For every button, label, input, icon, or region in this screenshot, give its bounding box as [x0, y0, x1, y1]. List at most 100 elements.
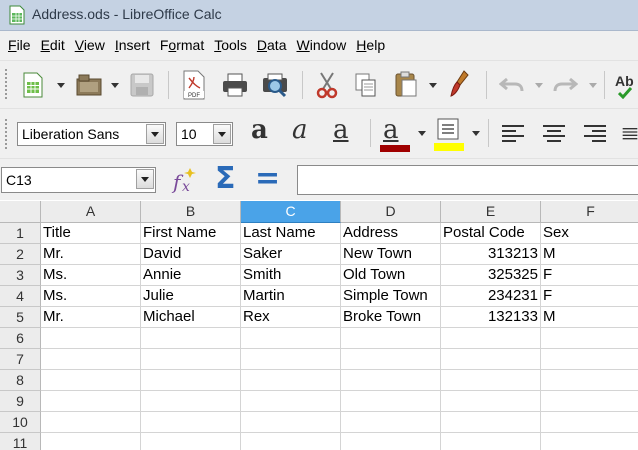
cell-c4[interactable]: Martin [241, 286, 341, 307]
cell-e11[interactable] [441, 433, 541, 450]
cell-a1[interactable]: Title [41, 223, 141, 244]
align-right-button[interactable] [582, 122, 608, 146]
cell-b1[interactable]: First Name [141, 223, 241, 244]
print-button[interactable] [220, 71, 250, 99]
cell-e1[interactable]: Postal Code [441, 223, 541, 244]
align-center-button[interactable] [541, 122, 567, 146]
row-header-7[interactable]: 7 [0, 349, 41, 370]
menu-data[interactable]: Data [252, 31, 292, 60]
highlight-color-button[interactable] [433, 115, 465, 153]
name-box[interactable]: C13 [1, 167, 156, 193]
column-header-d[interactable]: D [341, 201, 441, 223]
cut-button[interactable] [313, 71, 341, 99]
clone-formatting-button[interactable] [446, 69, 474, 99]
function-wizard-button[interactable]: f x [170, 165, 200, 195]
menu-format[interactable]: Format [155, 31, 209, 60]
cell-e4[interactable]: 234231 [441, 286, 541, 307]
row-header-9[interactable]: 9 [0, 391, 41, 412]
column-header-e[interactable]: E [441, 201, 541, 223]
cell-d7[interactable] [341, 349, 441, 370]
cell-b7[interactable] [141, 349, 241, 370]
font-size-box[interactable]: 10 [176, 122, 233, 146]
toolbar-grip[interactable] [5, 119, 9, 149]
font-size-dropdown-button[interactable] [213, 124, 231, 144]
cell-d11[interactable] [341, 433, 441, 450]
export-pdf-button[interactable]: PDF [180, 69, 208, 101]
cell-f1[interactable]: Sex [541, 223, 638, 244]
cell-d10[interactable] [341, 412, 441, 433]
cell-a11[interactable] [41, 433, 141, 450]
row-header-4[interactable]: 4 [0, 286, 41, 307]
menu-insert[interactable]: Insert [110, 31, 155, 60]
cell-f9[interactable] [541, 391, 638, 412]
cell-a8[interactable] [41, 370, 141, 391]
sum-button[interactable]: Σ [215, 161, 236, 196]
row-header-5[interactable]: 5 [0, 307, 41, 328]
cell-f11[interactable] [541, 433, 638, 450]
font-color-button[interactable]: a [379, 115, 411, 153]
font-color-dropdown-arrow[interactable] [418, 131, 426, 136]
row-header-11[interactable]: 11 [0, 433, 41, 450]
cell-f3[interactable]: F [541, 265, 638, 286]
cell-f5[interactable]: M [541, 307, 638, 328]
cell-a9[interactable] [41, 391, 141, 412]
cell-e8[interactable] [441, 370, 541, 391]
cell-b10[interactable] [141, 412, 241, 433]
cell-c6[interactable] [241, 328, 341, 349]
align-left-button[interactable] [500, 122, 526, 146]
row-header-8[interactable]: 8 [0, 370, 41, 391]
cell-b11[interactable] [141, 433, 241, 450]
cell-d3[interactable]: Old Town [341, 265, 441, 286]
cell-d2[interactable]: New Town [341, 244, 441, 265]
cell-b9[interactable] [141, 391, 241, 412]
underline-button[interactable]: a [333, 115, 349, 145]
row-header-6[interactable]: 6 [0, 328, 41, 349]
function-button[interactable]: = [255, 161, 280, 196]
redo-button[interactable] [550, 73, 580, 97]
menu-view[interactable]: View [70, 31, 110, 60]
cell-b3[interactable]: Annie [141, 265, 241, 286]
cell-f10[interactable] [541, 412, 638, 433]
cell-a2[interactable]: Mr. [41, 244, 141, 265]
cell-f8[interactable] [541, 370, 638, 391]
cell-d6[interactable] [341, 328, 441, 349]
cell-d9[interactable] [341, 391, 441, 412]
justify-button[interactable] [622, 122, 638, 146]
cell-e7[interactable] [441, 349, 541, 370]
cell-b5[interactable]: Michael [141, 307, 241, 328]
print-preview-button[interactable] [260, 71, 290, 99]
menu-edit[interactable]: Edit [36, 31, 70, 60]
save-button[interactable] [128, 71, 156, 99]
font-name-box[interactable]: Liberation Sans [17, 122, 166, 146]
new-document-button[interactable] [20, 71, 46, 99]
row-header-3[interactable]: 3 [0, 265, 41, 286]
row-header-10[interactable]: 10 [0, 412, 41, 433]
cell-a6[interactable] [41, 328, 141, 349]
name-box-dropdown-button[interactable] [136, 169, 154, 189]
paste-button[interactable] [392, 69, 420, 99]
cell-f4[interactable]: F [541, 286, 638, 307]
copy-button[interactable] [352, 71, 380, 99]
cell-d8[interactable] [341, 370, 441, 391]
cell-c3[interactable]: Smith [241, 265, 341, 286]
cell-c10[interactable] [241, 412, 341, 433]
bold-button[interactable]: a [251, 115, 268, 145]
cell-a10[interactable] [41, 412, 141, 433]
cell-e5[interactable]: 132133 [441, 307, 541, 328]
cell-e2[interactable]: 313213 [441, 244, 541, 265]
column-header-a[interactable]: A [41, 201, 141, 223]
cell-e3[interactable]: 325325 [441, 265, 541, 286]
column-header-f[interactable]: F [541, 201, 638, 223]
cell-c5[interactable]: Rex [241, 307, 341, 328]
cell-f7[interactable] [541, 349, 638, 370]
column-header-c[interactable]: C [241, 201, 341, 223]
cell-d1[interactable]: Address [341, 223, 441, 244]
cell-b2[interactable]: David [141, 244, 241, 265]
formula-input[interactable] [297, 165, 638, 195]
cell-d4[interactable]: Simple Town [341, 286, 441, 307]
menu-tools[interactable]: Tools [209, 31, 252, 60]
new-dropdown-arrow[interactable] [57, 83, 65, 88]
select-all-corner[interactable] [0, 201, 41, 223]
column-header-b[interactable]: B [141, 201, 241, 223]
open-button[interactable] [74, 71, 104, 99]
